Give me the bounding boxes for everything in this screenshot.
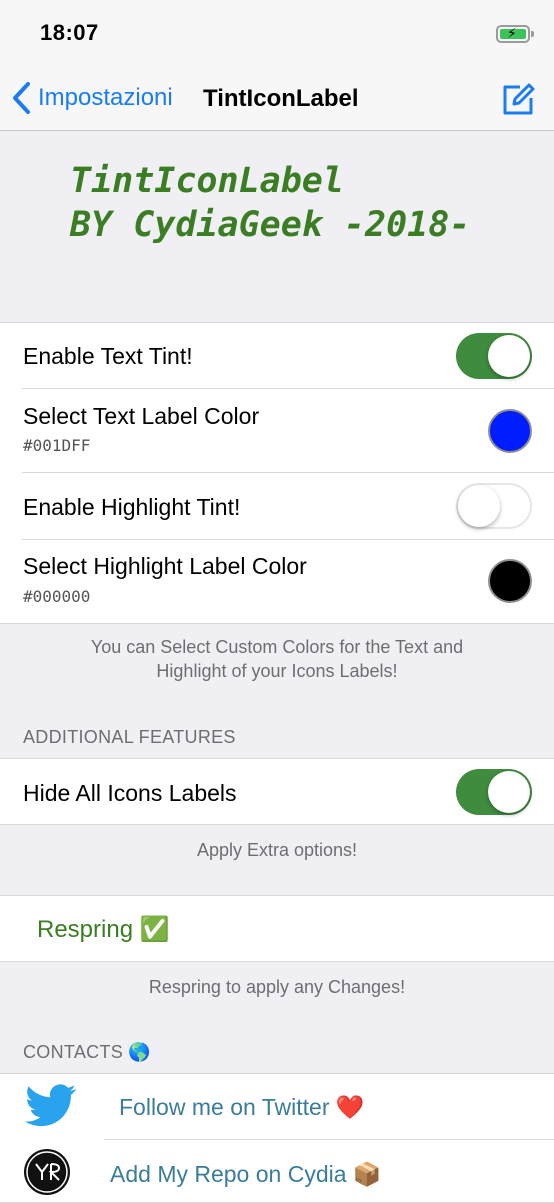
- enable-highlight-tint-row[interactable]: Enable Highlight Tint!: [0, 473, 554, 538]
- enable-text-tint-row[interactable]: Enable Text Tint!: [0, 323, 554, 388]
- banner-title: TintIconLabel: [70, 161, 344, 201]
- battery-icon: ⚡: [496, 25, 534, 43]
- status-bar: 18:07 ⚡: [0, 0, 554, 66]
- respring-footer: Respring to apply any Changes!: [148, 977, 406, 997]
- highlight-label-color-row[interactable]: Select Highlight Label Color #000000: [0, 540, 554, 623]
- twitter-link-label: Follow me on Twitter ❤️: [119, 1094, 365, 1120]
- respring-button[interactable]: Respring ✅: [0, 896, 554, 961]
- footer-line: You can Select Custom Colors for the Tex…: [90, 637, 464, 657]
- section-header-additional: ADDITIONAL FEATURES: [23, 727, 236, 747]
- highlight-label-color-label: Select Highlight Label Color: [23, 553, 307, 579]
- navigation-bar: Impostazioni TintIconLabel: [0, 66, 554, 131]
- enable-text-tint-toggle[interactable]: [456, 333, 532, 379]
- chevron-left-icon: [13, 82, 30, 114]
- hide-labels-row[interactable]: Hide All Icons Labels: [0, 759, 554, 824]
- cydia-repo-row[interactable]: Add My Repo on Cydia 📦: [0, 1140, 554, 1200]
- hide-labels-label: Hide All Icons Labels: [23, 780, 237, 806]
- text-label-color-row[interactable]: Select Text Label Color #001DFF: [0, 389, 554, 472]
- section-header-contacts: CONTACTS 🌎: [23, 1042, 152, 1062]
- compose-icon[interactable]: [500, 82, 536, 118]
- text-label-color-label: Select Text Label Color: [23, 403, 260, 429]
- text-color-swatch[interactable]: [488, 409, 532, 453]
- status-time: 18:07: [40, 20, 99, 45]
- back-button[interactable]: Impostazioni: [10, 80, 173, 116]
- repo-logo-icon: [24, 1149, 70, 1195]
- page-title: TintIconLabel: [203, 85, 359, 112]
- banner-author: BY CydiaGeek -2018-: [70, 205, 471, 245]
- hide-labels-toggle[interactable]: [456, 769, 532, 815]
- cydia-repo-label: Add My Repo on Cydia 📦: [110, 1161, 382, 1187]
- tint-settings-footer: You can Select Custom Colors for the Tex…: [0, 635, 554, 683]
- respring-label: Respring ✅: [37, 916, 170, 943]
- highlight-label-color-value: #000000: [23, 587, 91, 606]
- text-label-color-value: #001DFF: [23, 436, 91, 455]
- enable-highlight-tint-toggle[interactable]: [456, 483, 532, 529]
- twitter-bird-icon: [25, 1084, 76, 1127]
- twitter-link-row[interactable]: Follow me on Twitter ❤️: [0, 1074, 554, 1140]
- header-banner: TintIconLabel BY CydiaGeek -2018-: [0, 131, 554, 322]
- back-button-label: Impostazioni: [38, 84, 173, 111]
- footer-line: Highlight of your Icons Labels!: [156, 661, 398, 681]
- highlight-color-swatch[interactable]: [488, 559, 532, 603]
- enable-highlight-tint-label: Enable Highlight Tint!: [23, 494, 241, 520]
- additional-footer: Apply Extra options!: [196, 840, 358, 860]
- enable-text-tint-label: Enable Text Tint!: [23, 343, 193, 369]
